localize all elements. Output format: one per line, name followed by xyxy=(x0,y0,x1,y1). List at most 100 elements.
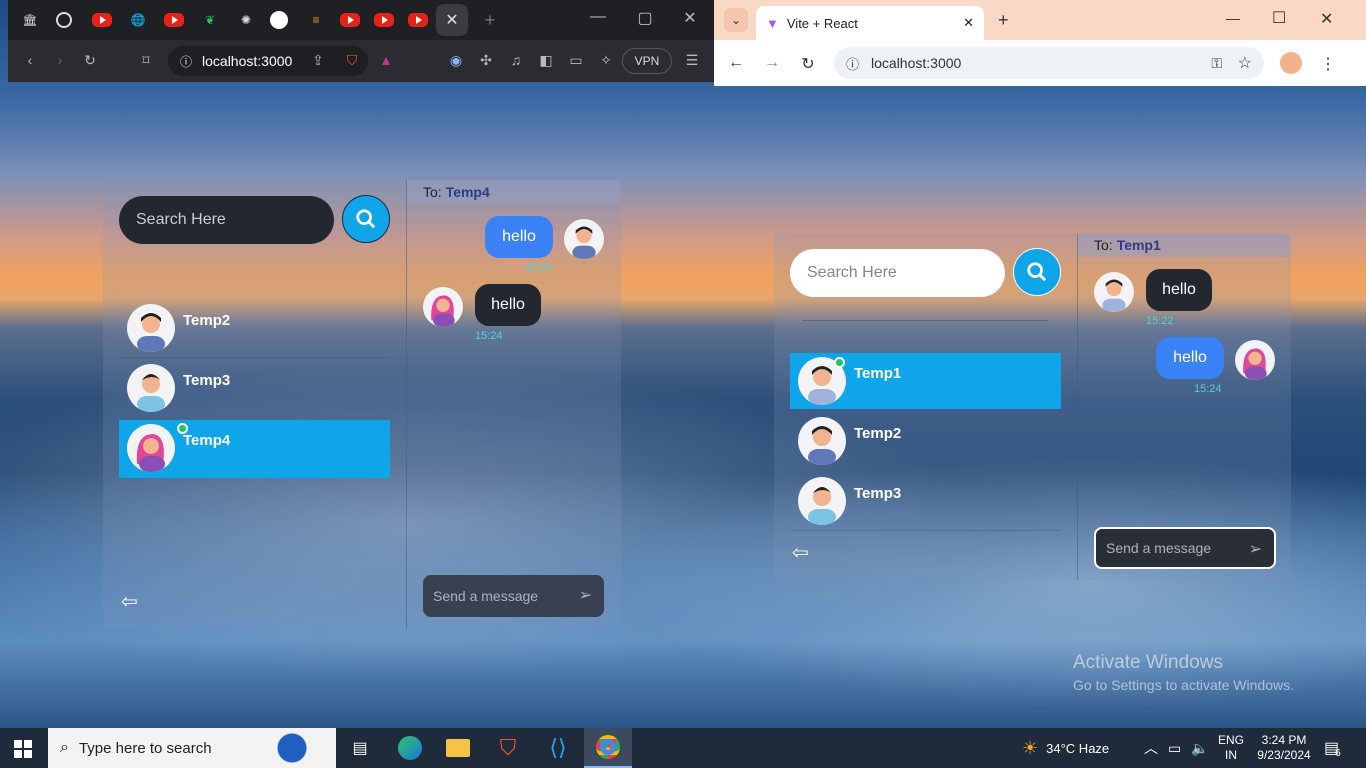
clock-date: 9/23/2024 xyxy=(1257,748,1311,762)
youtube-tab-icon[interactable] xyxy=(374,13,394,27)
github-icon[interactable] xyxy=(270,11,288,29)
key-icon[interactable]: ⚿ xyxy=(1211,55,1222,72)
puzzle-icon[interactable]: ✣ xyxy=(476,52,496,69)
sidebar-icon[interactable]: ◧ xyxy=(536,52,556,69)
message-input[interactable]: Send a message ➢ xyxy=(423,575,604,617)
forward-icon[interactable]: › xyxy=(50,52,70,68)
minimize-icon[interactable]: — xyxy=(586,8,610,26)
user-item-temp3[interactable]: Temp3 xyxy=(119,360,390,418)
maximize-icon[interactable]: ☐ xyxy=(1272,8,1286,28)
chat-header: To: Temp1 xyxy=(1078,233,1291,257)
music-icon[interactable]: ♫ xyxy=(506,52,526,68)
vpn-button[interactable]: VPN xyxy=(622,48,672,74)
back-icon[interactable]: ‹ xyxy=(20,52,40,68)
wallet-icon[interactable]: ▭ xyxy=(566,52,586,69)
profile-avatar[interactable] xyxy=(1280,52,1302,74)
clock-time: 3:24 PM xyxy=(1261,733,1307,747)
youtube-tab-icon[interactable] xyxy=(340,13,360,27)
new-tab-icon[interactable]: + xyxy=(998,10,1009,31)
edge-icon[interactable] xyxy=(386,728,434,768)
windows-start-icon[interactable] xyxy=(14,740,32,758)
user-name: Temp3 xyxy=(854,485,902,502)
chat-header: To: Temp4 xyxy=(407,180,621,204)
brave-rewards-icon[interactable]: ▲ xyxy=(376,52,396,68)
network-icon[interactable]: ▭ xyxy=(1168,740,1181,757)
more-menu-icon[interactable]: ⋮ xyxy=(1318,54,1338,74)
bank-icon[interactable]: 🏛 xyxy=(20,10,40,30)
user-item-temp4[interactable]: Temp4 xyxy=(119,420,390,478)
back-icon[interactable]: ← xyxy=(726,54,746,72)
user-item-temp3[interactable]: Temp3 xyxy=(790,473,1061,531)
online-indicator xyxy=(177,423,188,434)
leaf-icon[interactable]: ❦ xyxy=(200,10,220,30)
url-text: localhost:3000 xyxy=(202,53,293,69)
ai-icon[interactable]: ✧ xyxy=(596,52,616,69)
task-view-icon[interactable]: ▤ xyxy=(336,728,384,768)
user-item-temp2[interactable]: Temp2 xyxy=(790,413,1061,471)
close-window-icon[interactable]: ✕ xyxy=(1320,9,1333,29)
openai-icon[interactable]: ✺ xyxy=(236,10,256,30)
address-bar[interactable]: ⓘ localhost:3000 ⚿ ☆ xyxy=(834,47,1264,79)
file-explorer-icon[interactable] xyxy=(434,728,482,768)
new-tab-icon[interactable]: + xyxy=(480,10,500,30)
address-bar[interactable]: ⓘ localhost:3000 xyxy=(168,46,368,76)
weather-widget[interactable]: ☀ 34°C Haze xyxy=(1022,728,1109,768)
user-item-temp2[interactable]: Temp2 xyxy=(119,300,390,358)
message-input[interactable]: Send a message ➢ xyxy=(1094,527,1276,569)
menu-icon[interactable]: ☰ xyxy=(682,52,702,69)
watermark-subtitle: Go to Settings to activate Windows. xyxy=(1073,677,1294,693)
brave-icon[interactable]: ⛉ xyxy=(484,728,532,768)
star-icon[interactable]: ☆ xyxy=(1238,53,1252,73)
brave-shield-icon[interactable]: ⛉ xyxy=(342,52,362,69)
maximize-icon[interactable]: ▢ xyxy=(633,8,657,28)
tab-search-icon[interactable]: ⌄ xyxy=(724,8,748,32)
close-tab-icon[interactable]: ✕ xyxy=(963,15,974,31)
extension-icon[interactable]: ◉ xyxy=(446,52,466,69)
taskbar-search[interactable]: ⌕ Type here to search xyxy=(48,728,336,768)
search-button[interactable] xyxy=(342,195,390,243)
online-indicator xyxy=(834,357,845,368)
close-window-icon[interactable]: ✕ xyxy=(678,8,702,28)
info-icon: ⓘ xyxy=(846,56,860,72)
left-browser-window: 🏛 🌐 ❦ ✺ ≡ ✕ + — ▢ ✕ ‹ › ↻ ⌑ ⓘ localhost:… xyxy=(8,0,714,728)
chrome-icon[interactable] xyxy=(584,728,632,768)
logout-icon[interactable]: ⇦ xyxy=(792,540,809,565)
reload-icon[interactable]: ↻ xyxy=(798,54,818,74)
vite-icon: ▼ xyxy=(766,15,779,31)
avatar xyxy=(798,417,846,465)
youtube-tab-icon[interactable] xyxy=(92,13,112,27)
minimize-icon[interactable]: — xyxy=(1226,10,1240,26)
send-icon[interactable]: ➢ xyxy=(579,585,592,605)
vscode-icon[interactable]: ⟨⟩ xyxy=(534,728,582,768)
taskbar-search-placeholder: Type here to search xyxy=(78,739,212,757)
chevron-up-icon[interactable]: ︿ xyxy=(1144,738,1158,758)
send-icon[interactable]: ➢ xyxy=(1249,539,1262,559)
clock[interactable]: 3:24 PM 9/23/2024 xyxy=(1256,728,1312,768)
language-indicator[interactable]: ENG IN xyxy=(1218,728,1244,768)
user-name: Temp2 xyxy=(183,312,231,329)
desktop: 🏛 🌐 ❦ ✺ ≡ ✕ + — ▢ ✕ ‹ › ↻ ⌑ ⓘ localhost:… xyxy=(0,0,1366,728)
search-tab-icon[interactable] xyxy=(56,12,72,28)
avatar xyxy=(127,304,175,352)
stackoverflow-icon[interactable]: ≡ xyxy=(306,10,326,30)
message-bubble-sent: hello xyxy=(1156,337,1224,379)
bookmark-icon[interactable]: ⌑ xyxy=(136,52,156,69)
logout-icon[interactable]: ⇦ xyxy=(121,589,138,614)
notifications-button[interactable]: ▤ 6 xyxy=(1324,728,1341,768)
youtube-tab-icon[interactable] xyxy=(164,13,184,27)
reload-icon[interactable]: ↻ xyxy=(80,52,100,69)
globe-icon[interactable]: 🌐 xyxy=(128,10,148,30)
search-input[interactable]: Search Here xyxy=(119,196,334,244)
youtube-tab-icon[interactable] xyxy=(408,13,428,27)
tab-title: Vite + React xyxy=(786,15,858,31)
forward-icon[interactable]: → xyxy=(762,54,782,72)
avatar xyxy=(1094,272,1134,312)
close-tab-icon[interactable]: ✕ xyxy=(436,4,468,36)
search-button[interactable] xyxy=(1013,248,1061,296)
left-tab-strip: 🏛 🌐 ❦ ✺ ≡ ✕ + — ▢ ✕ xyxy=(8,0,714,40)
tab-vite-react[interactable]: ▼ Vite + React ✕ xyxy=(756,6,984,40)
user-item-temp1[interactable]: Temp1 xyxy=(790,353,1061,409)
volume-icon[interactable]: 🔈 xyxy=(1191,740,1208,757)
search-input[interactable]: Search Here xyxy=(790,249,1005,297)
share-icon[interactable]: ⇪ xyxy=(308,52,328,69)
